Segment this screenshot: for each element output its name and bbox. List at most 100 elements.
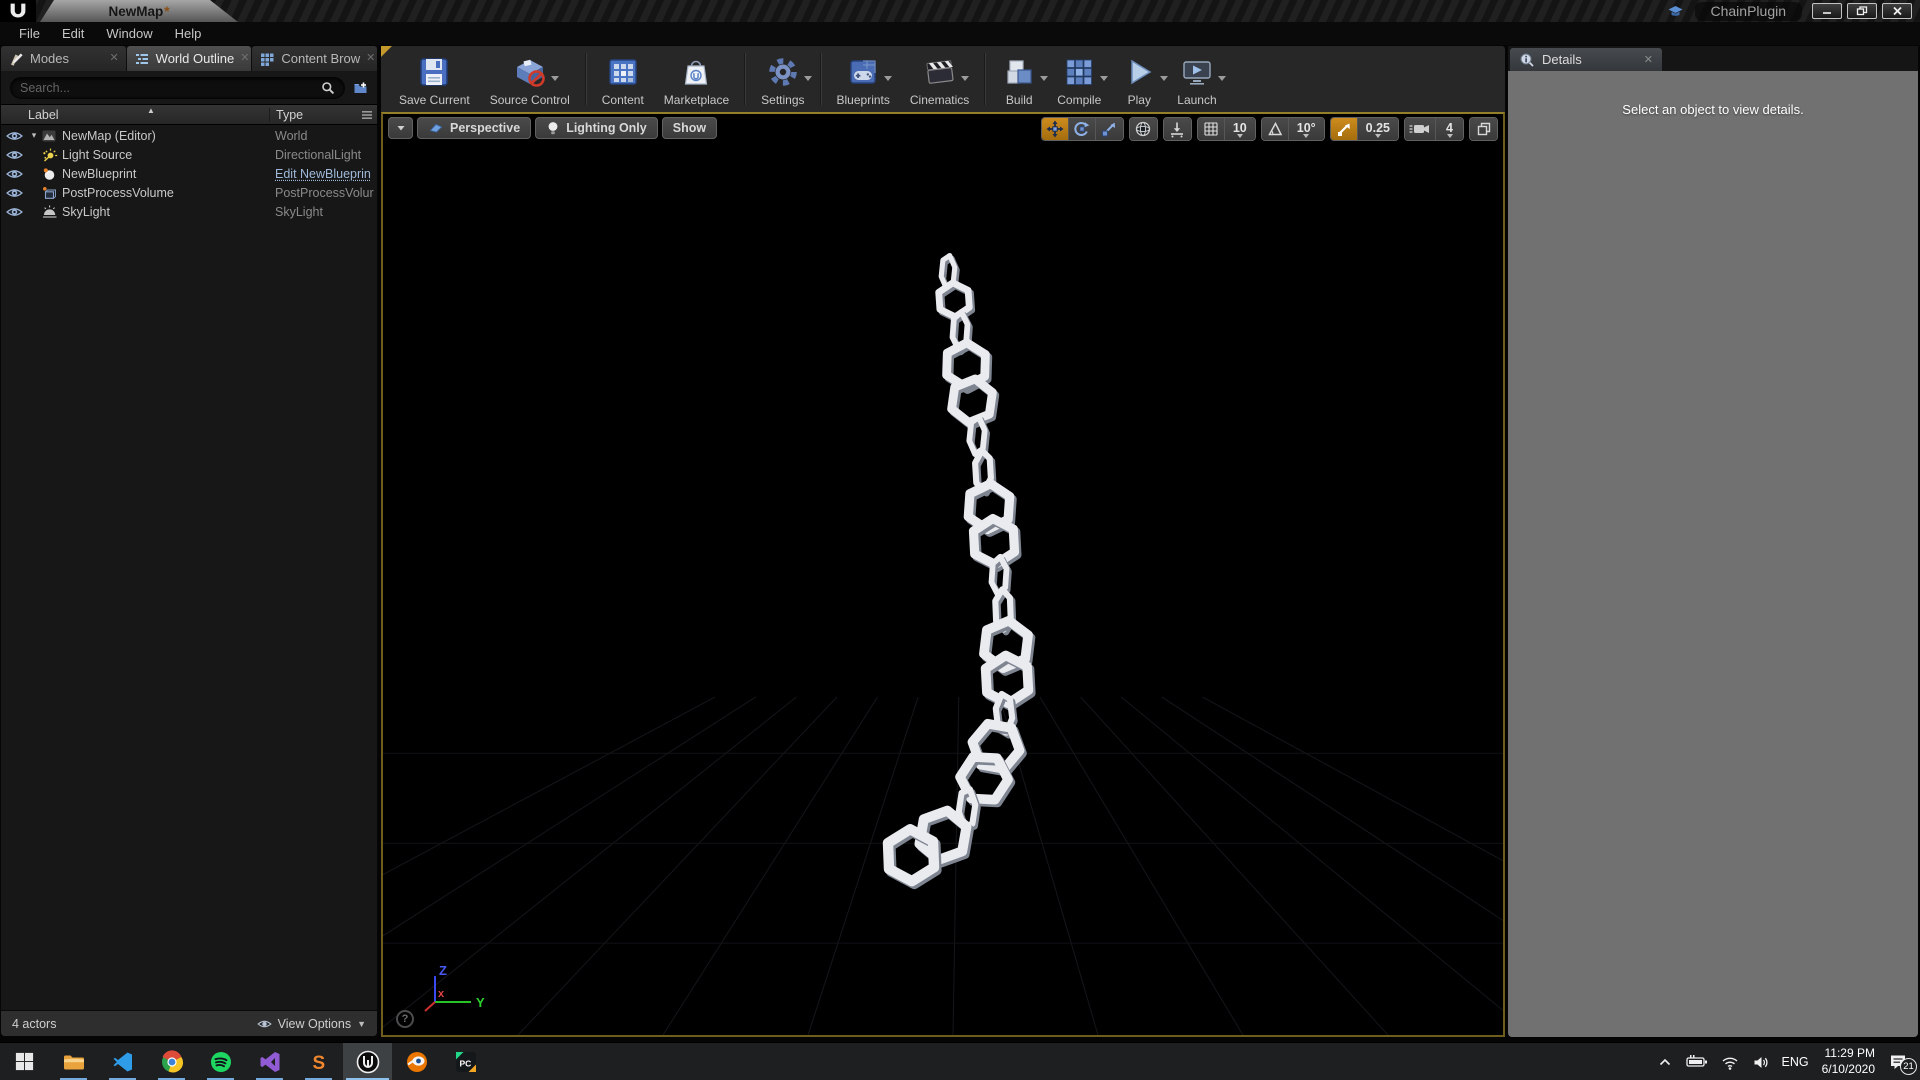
scale-tool-button[interactable]: [1096, 118, 1123, 140]
scale-snap-toggle[interactable]: [1331, 118, 1358, 140]
column-label[interactable]: Label: [1, 108, 269, 122]
folder-add-icon[interactable]: [352, 80, 369, 96]
taskbar-visual-studio[interactable]: [245, 1043, 294, 1080]
unreal-editor-window: NewMap* ChainPlugin FileEditWindowHelp M…: [0, 0, 1920, 1080]
close-icon[interactable]: ✕: [240, 53, 249, 64]
viewport-canvas[interactable]: Z Y x: [383, 114, 1503, 1035]
taskbar-pycharm[interactable]: PC: [441, 1043, 490, 1080]
restore-button[interactable]: [1847, 3, 1877, 19]
expander-arrow-icon[interactable]: ▾: [28, 130, 40, 141]
camera-speed-value[interactable]: 4: [1436, 118, 1463, 140]
perspective-button[interactable]: Perspective: [417, 117, 531, 139]
volume-icon[interactable]: [1752, 1054, 1769, 1070]
project-tab[interactable]: NewMap*: [40, 0, 238, 22]
close-icon[interactable]: ✕: [366, 53, 375, 64]
viewport-options-button[interactable]: [388, 117, 413, 139]
lighting-only-button[interactable]: Lighting Only: [535, 117, 658, 139]
taskbar-vscode[interactable]: [98, 1043, 147, 1080]
play-button[interactable]: Play: [1111, 51, 1167, 107]
actor-type: SkyLight: [269, 205, 377, 219]
pycharm-icon: PC: [454, 1050, 478, 1074]
dropdown-caret-icon: [1100, 76, 1108, 81]
edit-blueprint-link[interactable]: Edit NewBlueprin: [269, 167, 377, 181]
tab-content-brow[interactable]: Content Brow ✕: [252, 46, 377, 71]
toolbar-label: Content: [602, 93, 644, 107]
clock[interactable]: 11:29 PM 6/10/2020: [1822, 1046, 1875, 1077]
visibility-toggle[interactable]: [1, 149, 28, 161]
language-indicator[interactable]: ENG: [1782, 1055, 1809, 1069]
tab-label: Content Brow: [281, 51, 360, 66]
outliner-search-box[interactable]: [10, 77, 345, 99]
source-control-button[interactable]: Source Control: [480, 51, 580, 107]
project-tab-label: NewMap: [108, 4, 163, 19]
close-x-icon: [1892, 6, 1903, 16]
move-tool-button[interactable]: [1042, 118, 1069, 140]
scale-snap-value[interactable]: 0.25: [1358, 118, 1398, 140]
marketplace-button[interactable]: Marketplace: [654, 51, 739, 107]
outliner-row-postprocessvolume[interactable]: PostProcessVolumePostProcessVolur: [1, 183, 377, 202]
tab-label: World Outline: [156, 51, 235, 66]
blueprints-button[interactable]: Blueprints: [827, 51, 900, 107]
taskbar-windows-start[interactable]: [0, 1043, 49, 1080]
minimize-button[interactable]: [1812, 3, 1842, 19]
outliner-row-light-source[interactable]: Light SourceDirectionalLight: [1, 145, 377, 164]
settings-button[interactable]: Settings: [751, 51, 814, 107]
taskbar-chrome[interactable]: [147, 1043, 196, 1080]
visibility-toggle[interactable]: [1, 187, 28, 199]
grid-snap-value[interactable]: 10: [1225, 118, 1255, 140]
visibility-toggle[interactable]: [1, 206, 28, 218]
taskbar-unreal[interactable]: [343, 1043, 392, 1080]
grid-snap-toggle[interactable]: [1198, 118, 1225, 140]
angle-snap-toggle[interactable]: [1262, 118, 1289, 140]
toolbar-label: Build: [1006, 93, 1033, 107]
outliner-header: Label ▲ Type: [1, 104, 377, 125]
taskbar-blender[interactable]: [392, 1043, 441, 1080]
wifi-icon[interactable]: [1721, 1054, 1739, 1070]
taskbar-sublime[interactable]: S: [294, 1043, 343, 1080]
maximize-viewport-button[interactable]: [1470, 118, 1497, 140]
world-space-icon: [1134, 120, 1152, 138]
build-button[interactable]: Build: [991, 51, 1047, 107]
menu-help[interactable]: Help: [164, 23, 213, 44]
content-button[interactable]: Content: [592, 51, 654, 107]
camera-speed-button[interactable]: [1405, 118, 1436, 140]
column-menu-icon[interactable]: [361, 109, 373, 121]
outliner-row-newmap-editor[interactable]: ▾NewMap (Editor)World: [1, 126, 377, 145]
close-button[interactable]: [1882, 3, 1912, 19]
menu-file[interactable]: File: [8, 23, 51, 44]
outliner-row-newblueprint[interactable]: NewBlueprintEdit NewBlueprin: [1, 164, 377, 183]
outliner-row-skylight[interactable]: SkyLightSkyLight: [1, 202, 377, 221]
close-icon[interactable]: ✕: [109, 53, 118, 64]
visibility-toggle[interactable]: [1, 130, 28, 142]
toolbar-label: Launch: [1177, 93, 1216, 107]
compile-button[interactable]: Compile: [1047, 51, 1111, 107]
surface-snap-button[interactable]: [1164, 118, 1191, 140]
view-options-button[interactable]: View Options ▼: [257, 1017, 366, 1031]
search-input[interactable]: [20, 81, 315, 95]
level-viewport[interactable]: Z Y x PerspectiveLighting OnlyShow: [381, 112, 1505, 1037]
show-button[interactable]: Show: [662, 117, 717, 139]
cinematics-button[interactable]: Cinematics: [900, 51, 979, 107]
settings-icon: [765, 54, 801, 90]
menu-window[interactable]: Window: [95, 23, 163, 44]
launch-button[interactable]: Launch: [1167, 51, 1226, 107]
tab-details[interactable]: Details ✕: [1510, 48, 1662, 71]
visibility-toggle[interactable]: [1, 168, 28, 180]
toolbar-label: Play: [1128, 93, 1151, 107]
help-button[interactable]: ?: [396, 1010, 414, 1028]
tray-chevron-icon[interactable]: [1657, 1054, 1673, 1070]
save-current-button[interactable]: Save Current: [389, 51, 480, 107]
axis-x-label: x: [438, 988, 445, 1000]
tab-world-outline[interactable]: World Outline ✕: [127, 46, 252, 71]
taskbar-spotify[interactable]: [196, 1043, 245, 1080]
close-icon[interactable]: ✕: [1644, 53, 1653, 66]
angle-snap-value[interactable]: 10°: [1289, 118, 1324, 140]
world-space-toggle[interactable]: [1130, 118, 1157, 140]
chain-actor[interactable]: [888, 256, 1031, 884]
rotate-tool-button[interactable]: [1069, 118, 1096, 140]
notification-center-button[interactable]: 21: [1888, 1052, 1908, 1071]
tab-modes[interactable]: Modes✕: [1, 46, 126, 71]
battery-icon[interactable]: [1686, 1054, 1708, 1069]
menu-edit[interactable]: Edit: [51, 23, 95, 44]
taskbar-explorer[interactable]: [49, 1043, 98, 1080]
